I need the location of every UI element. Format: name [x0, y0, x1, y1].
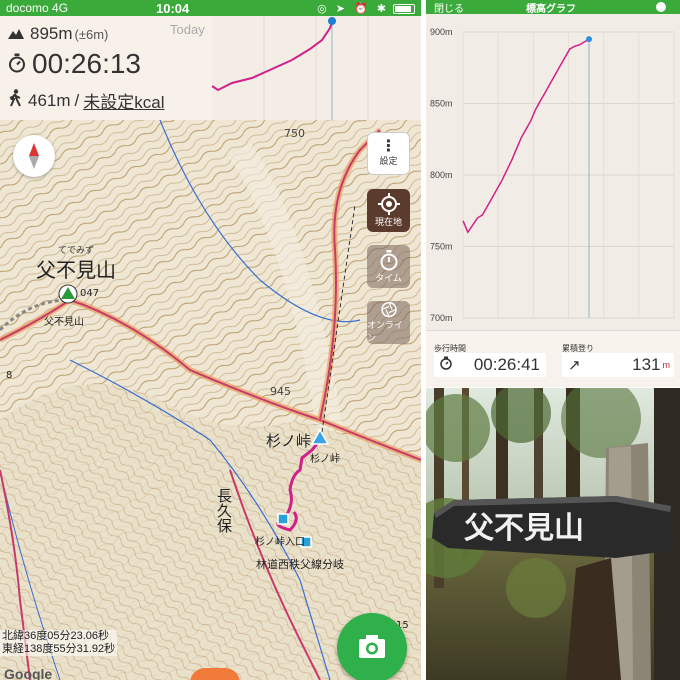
latitude-text: 北緯36度05分23.06秒 — [2, 630, 109, 642]
stopwatch-icon — [380, 250, 397, 271]
pass-name-label: 杉ノ峠 — [266, 432, 311, 450]
y-tick-label: 750m — [430, 242, 453, 252]
walking-time-block: 歩行時間 00:26:41 — [426, 331, 550, 388]
distance-row: 461m / 未設定kcal — [8, 88, 165, 113]
contour-label-750: 750 — [284, 127, 305, 140]
mini-graph-line — [211, 21, 333, 92]
timer-button[interactable]: タイム — [367, 245, 410, 288]
total-climb-value: 131 — [632, 355, 661, 374]
elevation-current-point — [586, 36, 592, 43]
pass-small-label: 杉ノ峠 — [310, 452, 340, 465]
elevation-chart-svg: 900m 850m 800m 750m 700m — [430, 27, 675, 323]
mini-graph-svg — [211, 16, 369, 120]
current-location-button[interactable]: 現在地 — [367, 189, 410, 232]
stopwatch-icon — [434, 355, 452, 375]
camera-button[interactable] — [337, 613, 407, 680]
stopwatch-icon — [8, 48, 26, 80]
peak-elevation-label: 047 — [80, 288, 99, 299]
elevation-header: 閉じる 標高グラフ — [426, 0, 680, 15]
map-canvas: てでみず 父不見山 父不見山 047 750 945 杉ノ峠 杉ノ峠 杉ノ峠入口… — [0, 120, 421, 680]
walking-time-box: 00:26:41 — [434, 353, 546, 377]
total-climb-box: ↗ 131 m — [562, 353, 674, 377]
more-vertical-icon: ⋮ — [380, 138, 397, 155]
y-tick-label: 800m — [430, 170, 453, 180]
elevation-graph-screen: 閉じる 標高グラフ 900m 850m 800m 750m 700m 歩行時間 00:2… — [426, 0, 680, 387]
record-button-partial[interactable] — [190, 668, 240, 680]
stats-separator: / — [74, 90, 80, 110]
contour-label-945: 945 — [270, 385, 291, 398]
summit-sign-photo: 父不見山 — [426, 388, 680, 680]
online-label: オンライン — [367, 320, 404, 343]
camera-icon — [359, 635, 385, 658]
walker-icon — [8, 89, 22, 112]
elevation-series-line — [462, 38, 590, 234]
y-tick-label: 850m — [430, 99, 453, 109]
altitude-value: 895m — [30, 24, 73, 43]
altitude-row: 895m (±6m) — [8, 24, 108, 44]
aperture-icon — [380, 301, 397, 318]
google-logo: Google — [4, 666, 53, 680]
current-location-label: 現在地 — [374, 217, 402, 227]
calories-link[interactable]: 未設定kcal — [83, 88, 164, 113]
clock: 10:04 — [156, 0, 190, 16]
elevation-chart: 900m 850m 800m 750m 700m — [426, 14, 680, 330]
pass-entrance-label: 杉ノ峠入口 — [255, 535, 305, 548]
arrow-up-right-icon: ↗ — [568, 357, 581, 374]
map-app-screen: docomo 4G 10:04 ◎ ➤ ⏰ ✱ 895m (±6m) 00:26… — [0, 0, 421, 680]
today-label: Today — [170, 22, 205, 37]
sign-text: 父不見山 — [464, 511, 584, 546]
distance-value: 461m — [28, 90, 71, 110]
longitude-text: 東経138度55分31.92秒 — [2, 643, 116, 655]
y-tick-label: 900m — [430, 27, 453, 37]
altitude-accuracy: (±6m) — [74, 26, 109, 42]
place-vertical-label: 長久保 — [215, 488, 233, 533]
carrier-label: docomo 4G — [6, 1, 69, 15]
peak-small-label: 父不見山 — [44, 316, 84, 328]
total-climb-unit: m — [662, 360, 671, 370]
compass-button[interactable] — [13, 135, 55, 177]
crosshair-icon — [377, 193, 400, 215]
photo-canvas: 父不見山 — [426, 388, 680, 680]
y-tick-label: 700m — [430, 313, 453, 323]
elevation-title: 標高グラフ — [526, 4, 576, 15]
compass-icon — [29, 143, 39, 169]
elapsed-time-row: 00:26:13 — [8, 48, 141, 80]
check-icon[interactable] — [656, 2, 666, 12]
settings-label: 設定 — [379, 156, 398, 166]
battery-icon — [393, 4, 415, 14]
elapsed-time-value: 00:26:13 — [32, 48, 141, 79]
elevation-summary: 歩行時間 00:26:41 累積登り ↗ 131 m — [426, 330, 680, 387]
mini-elevation-graph[interactable]: Today — [170, 16, 421, 120]
status-bar: docomo 4G 10:04 ◎ ➤ ⏰ ✱ — [0, 0, 421, 16]
walking-time-value: 00:26:41 — [473, 355, 540, 374]
status-icons: ◎ ➤ ⏰ ✱ — [317, 2, 389, 15]
peak-furigana: てでみず — [58, 245, 94, 256]
road-junction-label: 林道西秩父線分岐 — [256, 557, 344, 571]
online-button[interactable]: オンライン — [367, 301, 410, 344]
settings-button[interactable]: ⋮ 設定 — [367, 132, 410, 175]
close-button[interactable]: 閉じる — [434, 0, 464, 15]
total-climb-block: 累積登り ↗ 131 m — [554, 331, 678, 388]
mini-graph-current-point — [328, 17, 336, 25]
map-edge-label-8: 8 — [6, 370, 12, 381]
timer-label: タイム — [375, 273, 402, 283]
pass-entrance-marker — [277, 513, 289, 525]
topographic-map[interactable]: てでみず 父不見山 父不見山 047 750 945 杉ノ峠 杉ノ峠 杉ノ峠入口… — [0, 120, 421, 680]
peak-name-label: 父不見山 — [36, 258, 116, 282]
coordinates-readout: 北緯36度05分23.06秒 東経138度55分31.92秒 — [0, 630, 118, 656]
mountain-icon — [8, 24, 24, 44]
